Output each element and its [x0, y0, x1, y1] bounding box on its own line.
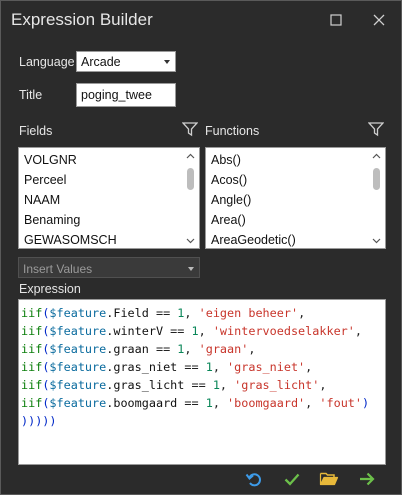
- code-token: ==: [177, 396, 206, 410]
- code-token: .boomgaard: [106, 396, 178, 410]
- functions-label: Functions: [205, 124, 260, 138]
- code-token: $feature: [49, 324, 107, 338]
- list-item[interactable]: Area(): [211, 213, 246, 227]
- code-token: $feature: [49, 396, 107, 410]
- expression-editor[interactable]: iif($feature.Field == 1, 'eigen beheer',…: [18, 299, 386, 465]
- code-token: ,: [354, 324, 362, 338]
- title-bar: Expression Builder: [1, 1, 401, 39]
- code-token: iif: [21, 396, 43, 410]
- list-item[interactable]: AreaGeodetic(): [211, 233, 296, 247]
- code-line: ))))): [21, 412, 385, 430]
- code-token: .winterV: [106, 324, 164, 338]
- code-token: 'wintervoedselakker': [212, 324, 355, 338]
- code-token: ): [362, 396, 370, 410]
- code-token: ==: [177, 360, 206, 374]
- list-item[interactable]: Benaming: [24, 213, 80, 227]
- chevron-up-icon[interactable]: [186, 151, 195, 160]
- code-line: iif($feature.gras_niet == 1, 'gras_niet'…: [21, 358, 385, 376]
- insert-values-dropdown[interactable]: Insert Values: [18, 257, 200, 278]
- code-token: ,: [184, 306, 199, 320]
- chevron-down-icon[interactable]: [372, 236, 381, 245]
- list-item[interactable]: Perceel: [24, 173, 66, 187]
- code-token: ==: [148, 306, 178, 320]
- close-icon[interactable]: [366, 7, 392, 33]
- window-title: Expression Builder: [11, 10, 153, 29]
- code-token: .gras_niet: [106, 360, 178, 374]
- code-line: iif($feature.winterV == 1, 'wintervoedse…: [21, 322, 385, 340]
- code-token: $feature: [49, 306, 107, 320]
- title-label: Title: [19, 88, 43, 102]
- code-token: ,: [305, 360, 313, 374]
- chevron-down-icon: [164, 60, 170, 64]
- title-input[interactable]: poging_twee: [76, 83, 176, 107]
- code-token: ,: [219, 378, 235, 392]
- code-token: 'gras_licht': [234, 378, 320, 392]
- code-token: 'graan': [198, 342, 249, 356]
- code-token: ,: [184, 342, 199, 356]
- folder-open-icon[interactable]: [319, 469, 339, 489]
- list-item[interactable]: VOLGNR: [24, 153, 77, 167]
- title-input-value: poging_twee: [81, 88, 152, 102]
- chevron-down-icon: [188, 267, 194, 271]
- language-label: Language: [19, 55, 75, 69]
- language-dropdown[interactable]: Arcade: [76, 51, 176, 72]
- code-token: 'gras_niet': [227, 360, 306, 374]
- code-token: 1: [191, 324, 199, 338]
- code-token: $feature: [49, 378, 107, 392]
- chevron-down-icon[interactable]: [186, 236, 195, 245]
- functions-list[interactable]: Abs() Acos() Angle() Area() AreaGeodetic…: [205, 147, 386, 249]
- arrow-right-icon[interactable]: [357, 469, 377, 489]
- code-token: iif: [21, 360, 43, 374]
- expression-label: Expression: [19, 282, 81, 296]
- expression-builder-window: Expression Builder Language Arcade Title…: [0, 0, 402, 495]
- code-line: iif($feature.gras_licht == 1, 'gras_lich…: [21, 376, 385, 394]
- functions-filter-icon[interactable]: [368, 121, 384, 137]
- code-token: iif: [21, 306, 43, 320]
- code-token: 'fout': [319, 396, 363, 410]
- code-token: ,: [198, 324, 213, 338]
- language-value: Arcade: [81, 55, 121, 69]
- functions-scroll-thumb[interactable]: [373, 168, 380, 190]
- maximize-icon[interactable]: [323, 7, 349, 33]
- code-line: iif($feature.Field == 1, 'eigen beheer',: [21, 304, 385, 322]
- list-item[interactable]: Angle(): [211, 193, 251, 207]
- fields-label: Fields: [19, 124, 53, 138]
- code-token: $feature: [49, 360, 107, 374]
- list-item[interactable]: NAAM: [24, 193, 60, 207]
- fields-list[interactable]: VOLGNR Perceel NAAM Benaming GEWASOMSCH: [18, 147, 200, 249]
- code-token: ,: [319, 378, 327, 392]
- check-icon[interactable]: [282, 469, 302, 489]
- code-line: iif($feature.boomgaard == 1, 'boomgaard'…: [21, 394, 385, 412]
- code-token: 1: [205, 396, 213, 410]
- code-token: .gras_licht: [106, 378, 185, 392]
- code-token: ,: [305, 396, 320, 410]
- code-token: iif: [21, 324, 43, 338]
- code-token: $feature: [49, 342, 107, 356]
- code-token: ==: [148, 342, 178, 356]
- code-token: ,: [298, 306, 306, 320]
- code-token: 'boomgaard': [227, 396, 306, 410]
- fields-filter-icon[interactable]: [182, 121, 198, 137]
- code-token: 1: [205, 360, 213, 374]
- insert-values-placeholder: Insert Values: [23, 262, 93, 276]
- code-token: ==: [163, 324, 192, 338]
- code-token: 1: [212, 378, 220, 392]
- code-token: iif: [21, 378, 43, 392]
- code-line: iif($feature.graan == 1, 'graan',: [21, 340, 385, 358]
- code-token: .Field: [106, 306, 149, 320]
- code-token: ))))): [21, 414, 57, 428]
- code-token: ,: [248, 342, 256, 356]
- code-token: ,: [212, 360, 228, 374]
- fields-scroll-thumb[interactable]: [187, 168, 194, 190]
- code-token: iif: [21, 342, 43, 356]
- list-item[interactable]: Abs(): [211, 153, 241, 167]
- code-token: 'eigen beheer': [198, 306, 299, 320]
- list-item[interactable]: GEWASOMSCH: [24, 233, 117, 247]
- chevron-up-icon[interactable]: [372, 151, 381, 160]
- code-token: ==: [184, 378, 213, 392]
- undo-icon[interactable]: [244, 469, 264, 489]
- list-item[interactable]: Acos(): [211, 173, 247, 187]
- code-token: ,: [212, 396, 228, 410]
- code-token: .graan: [106, 342, 149, 356]
